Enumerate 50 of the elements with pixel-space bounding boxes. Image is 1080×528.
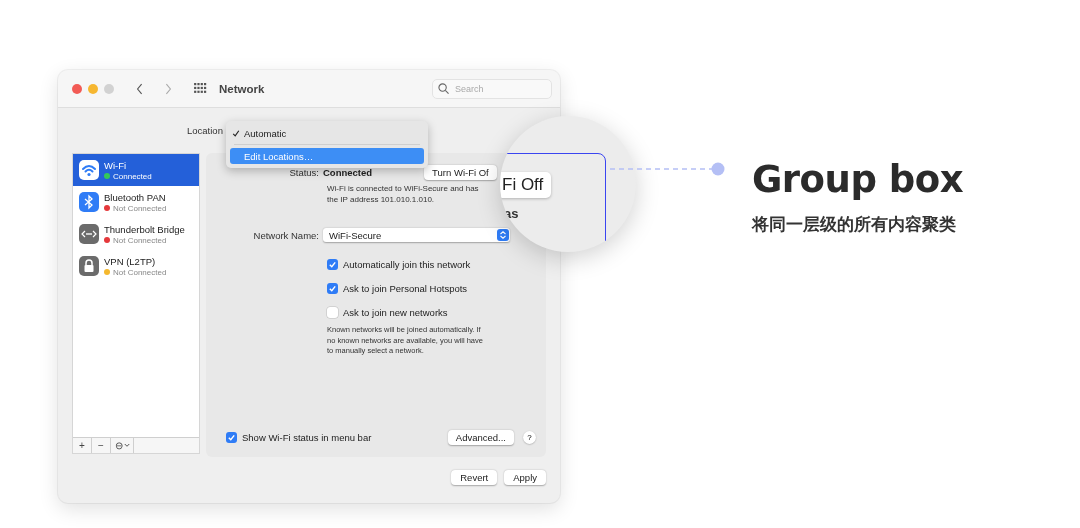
sidebar-item[interactable]: Bluetooth PAN Not Connected xyxy=(73,186,199,218)
search-icon xyxy=(438,83,449,94)
network-status: Not Connected xyxy=(113,267,167,277)
sidebar-item[interactable]: Thunderbolt Bridge Not Connected xyxy=(73,218,199,250)
bluetooth-icon xyxy=(79,192,99,212)
turn-wifi-off-button[interactable]: Turn Wi-Fi Of xyxy=(424,164,497,180)
close-button[interactable] xyxy=(72,83,82,94)
checkbox-label: Automatically join this network xyxy=(343,259,471,270)
search-field[interactable]: Search xyxy=(432,78,552,99)
checkbox-label: Ask to join new networks xyxy=(343,307,448,318)
network-status: Not Connected xyxy=(113,235,167,245)
checkbox-label: Show Wi-Fi status in menu bar xyxy=(242,432,372,443)
wifi-icon xyxy=(79,160,99,180)
remove-button[interactable]: − xyxy=(92,438,111,453)
back-icon[interactable] xyxy=(136,82,144,95)
grid-icon[interactable] xyxy=(194,83,207,94)
chevron-icon xyxy=(123,443,130,448)
network-name: Wi-Fi xyxy=(104,159,128,171)
stepper-icon xyxy=(497,229,509,241)
checkbox-label: Ask to join Personal Hotspots xyxy=(343,283,468,294)
network-name-label: Network Name: xyxy=(252,229,320,241)
sidebar-item[interactable]: VPN (L2TP) Not Connected xyxy=(73,250,199,282)
location-label: Location xyxy=(187,125,223,136)
checkbox[interactable] xyxy=(327,283,338,294)
network-status: Connected xyxy=(113,171,152,181)
network-name: Thunderbolt Bridge xyxy=(104,223,185,235)
dialog-button[interactable]: Revert xyxy=(451,470,498,485)
status-value: Connected xyxy=(323,166,373,178)
bridge-icon xyxy=(79,224,99,244)
annotation-subtitle: 将同一层级的所有内容聚类 xyxy=(752,213,957,236)
forward-icon[interactable] xyxy=(164,82,172,95)
annotation-title: Group box xyxy=(752,158,963,201)
window-title: Network xyxy=(219,82,265,95)
menu-item[interactable]: Automatic xyxy=(230,125,424,141)
status-label: Status: xyxy=(288,166,320,178)
network-status: Not Connected xyxy=(113,203,167,213)
sidebar-item[interactable]: Wi-Fi Connected xyxy=(73,154,199,186)
checkbox[interactable] xyxy=(226,432,237,443)
network-name: VPN (L2TP) xyxy=(104,255,157,267)
advanced-button[interactable]: Advanced... xyxy=(447,430,514,445)
checkbox[interactable] xyxy=(327,307,338,318)
status-description: Wi-Fi is connected to WiFi-Secure and has the IP address 101.010.1.010. xyxy=(327,183,479,205)
help-button[interactable]: ? xyxy=(523,431,536,444)
add-button[interactable]: + xyxy=(73,438,92,453)
action-menu-button[interactable]: ⊖ xyxy=(111,438,134,453)
dialog-button[interactable]: Apply xyxy=(504,470,546,485)
lock-icon xyxy=(79,256,99,276)
checkbox[interactable] xyxy=(327,259,338,270)
network-name: Bluetooth PAN xyxy=(104,191,167,203)
network-name-select[interactable]: WiFi-Secure xyxy=(323,228,510,242)
